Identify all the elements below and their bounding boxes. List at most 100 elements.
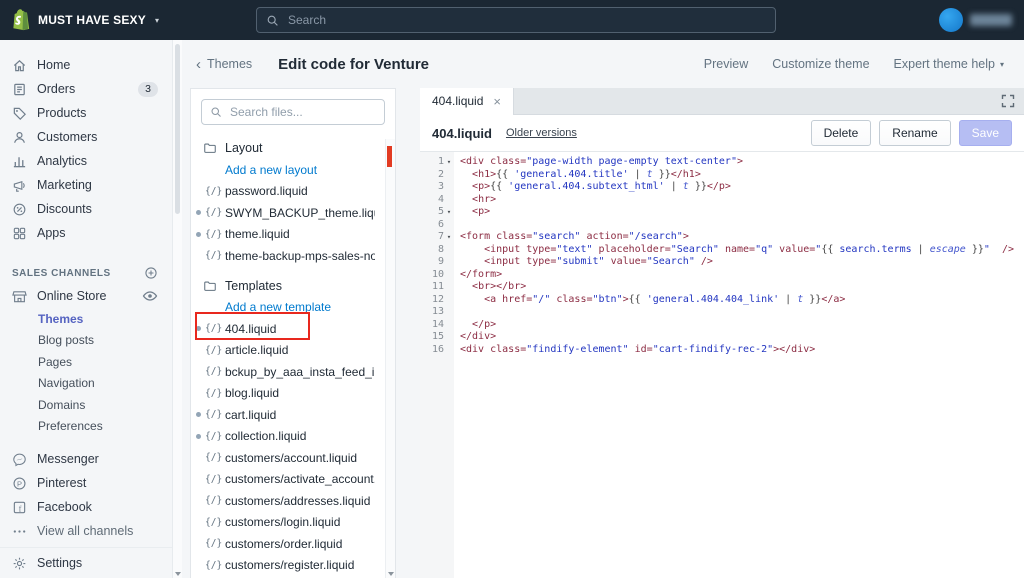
sidebar-item-orders[interactable]: Orders3	[0, 77, 182, 101]
code-line: 16<div class="findify-element" id="cart-…	[420, 344, 1024, 357]
sidebar-item-pages[interactable]: Pages	[0, 351, 182, 373]
save-button[interactable]: Save	[959, 120, 1012, 146]
sidebar-item-facebook[interactable]: f Facebook	[0, 495, 182, 519]
delete-button[interactable]: Delete	[811, 120, 872, 146]
scrollbar-thumb[interactable]	[175, 44, 180, 214]
sidebar-scrollbar[interactable]	[172, 40, 182, 578]
sidebar-item-navigation[interactable]: Navigation	[0, 373, 182, 395]
sidebar-item-domains[interactable]: Domains	[0, 394, 182, 416]
store-name: MUST HAVE SEXY	[38, 13, 146, 27]
file-article-liquid[interactable]: {/}article.liquid	[191, 340, 395, 362]
line-number: 7▾	[420, 231, 454, 244]
file-customers-login-liquid[interactable]: {/}customers/login.liquid	[191, 512, 395, 534]
fullscreen-icon[interactable]	[1000, 93, 1016, 109]
add-new-templates-link[interactable]: Add a new template	[191, 297, 395, 319]
file-blog-liquid[interactable]: {/}blog.liquid	[191, 383, 395, 405]
scrollbar-down-arrow-icon[interactable]	[388, 572, 394, 576]
code-text: <div class="findify-element" id="cart-fi…	[454, 344, 815, 357]
sidebar-item-view-all-channels[interactable]: View all channels	[0, 519, 182, 543]
fold-caret-icon[interactable]: ▾	[444, 231, 454, 244]
folder-templates[interactable]: Templates	[191, 275, 395, 297]
tab-404-liquid[interactable]: 404.liquid ×	[420, 88, 514, 114]
fold-caret-icon	[444, 181, 454, 194]
file-customers-addresses-liquid[interactable]: {/}customers/addresses.liquid	[191, 490, 395, 512]
code-text: </p>	[454, 319, 496, 332]
sidebar: HomeOrders3ProductsCustomersAnalytics Mar…	[0, 40, 182, 578]
fold-caret-icon	[444, 319, 454, 332]
file-404-liquid[interactable]: {/}404.liquid	[191, 318, 395, 340]
file-name: customers/login.liquid	[225, 515, 340, 529]
fold-caret-icon[interactable]: ▾	[444, 206, 454, 219]
older-versions-link[interactable]: Older versions	[506, 127, 577, 139]
file-name: blog.liquid	[225, 386, 279, 400]
file-panel-scrollbar[interactable]	[385, 139, 395, 578]
file-customers-account-liquid[interactable]: {/}customers/account.liquid	[191, 447, 395, 469]
file-theme-liquid[interactable]: {/}theme.liquid	[191, 224, 395, 246]
header-action-customize-theme[interactable]: Customize theme	[772, 57, 869, 71]
global-search[interactable]	[256, 7, 776, 33]
sidebar-item-marketing[interactable]: Marketing	[0, 173, 182, 197]
chevron-down-icon: ▾	[155, 16, 159, 25]
code-text	[454, 219, 460, 232]
view-storefront-eye-icon[interactable]	[142, 288, 158, 304]
modified-dot	[196, 412, 201, 417]
file-collection-liquid[interactable]: {/}collection.liquid	[191, 426, 395, 448]
add-new-layout-link[interactable]: Add a new layout	[191, 159, 395, 181]
sidebar-item-themes[interactable]: Themes	[0, 308, 182, 330]
user-menu[interactable]	[939, 7, 1012, 33]
sidebar-item-pinterest[interactable]: PPinterest	[0, 471, 182, 495]
liquid-file-icon: {/}	[205, 345, 225, 356]
file-theme-backup-mps-sales-not[interactable]: {/}theme-backup-mps-sales-not...	[191, 245, 395, 267]
header-action-expert-theme-help[interactable]: Expert theme help▾	[894, 57, 1004, 71]
sidebar-item-blog-posts[interactable]: Blog posts	[0, 330, 182, 352]
file-cart-liquid[interactable]: {/}cart.liquid	[191, 404, 395, 426]
analytics-icon	[12, 154, 27, 169]
sidebar-item-preferences[interactable]: Preferences	[0, 416, 182, 438]
editor-toolbar: 404.liquid Older versions Delete Rename …	[420, 115, 1024, 152]
code-line: 7▾<form class="search" action="/search">	[420, 231, 1024, 244]
scrollbar-down-arrow-icon[interactable]	[175, 572, 181, 576]
sidebar-item-apps[interactable]: Apps	[0, 221, 182, 245]
back-to-themes-link[interactable]: ‹ Themes	[196, 57, 252, 72]
file-password-liquid[interactable]: {/}password.liquid	[191, 181, 395, 203]
topbar: MUST HAVE SEXY ▾	[0, 0, 1024, 40]
sidebar-item-products[interactable]: Products	[0, 101, 182, 125]
sidebar-item-customers[interactable]: Customers	[0, 125, 182, 149]
store-menu[interactable]: MUST HAVE SEXY ▾	[10, 0, 159, 40]
fold-caret-icon[interactable]: ▾	[444, 156, 454, 169]
file-bckup-by-aaa-insta-feed-inde[interactable]: {/}bckup_by_aaa_insta_feed_inde...	[191, 361, 395, 383]
file-swym-backup-theme-liquid[interactable]: {/}SWYM_BACKUP_theme.liquid	[191, 202, 395, 224]
folder-layout[interactable]: Layout	[191, 137, 395, 159]
code-text: <div class="page-width page-empty text-c…	[454, 156, 743, 169]
file-search[interactable]	[201, 99, 385, 125]
close-tab-icon[interactable]: ×	[493, 94, 501, 109]
global-search-input[interactable]	[286, 12, 766, 28]
sidebar-item-online-store[interactable]: Online Store	[0, 284, 182, 308]
file-name: theme-backup-mps-sales-not...	[225, 249, 375, 263]
marketing-icon	[12, 178, 27, 193]
file-customers-register-liquid[interactable]: {/}customers/register.liquid	[191, 555, 395, 577]
line-number: 4	[420, 194, 454, 207]
file-customers-activate-account-liq[interactable]: {/}customers/activate_account.liq...	[191, 469, 395, 491]
sidebar-item-label: Marketing	[37, 178, 92, 192]
file-search-input[interactable]	[228, 104, 376, 120]
file-list: LayoutAdd a new layout{/}password.liquid…	[191, 137, 395, 576]
header-action-preview[interactable]: Preview	[704, 57, 748, 71]
file-customers-order-liquid[interactable]: {/}customers/order.liquid	[191, 533, 395, 555]
liquid-file-icon: {/}	[205, 186, 225, 197]
code-editor: 404.liquid × 404.liquid Older versions D…	[420, 88, 1024, 578]
sidebar-item-messenger[interactable]: Messenger	[0, 447, 182, 471]
sidebar-item-home[interactable]: Home	[0, 53, 182, 77]
sidebar-item-discounts[interactable]: Discounts	[0, 197, 182, 221]
svg-text:f: f	[19, 503, 22, 513]
sidebar-item-label: View all channels	[37, 524, 133, 538]
rename-button[interactable]: Rename	[879, 120, 950, 146]
liquid-file-icon: {/}	[205, 229, 225, 240]
sidebar-item-label: Facebook	[37, 500, 92, 514]
svg-text:P: P	[17, 479, 22, 488]
gear-icon	[12, 556, 27, 571]
sidebar-item-settings[interactable]: Settings	[0, 547, 173, 578]
add-sales-channel-icon[interactable]	[144, 266, 158, 280]
code-area[interactable]: 1▾<div class="page-width page-empty text…	[420, 152, 1024, 578]
sidebar-item-analytics[interactable]: Analytics	[0, 149, 182, 173]
